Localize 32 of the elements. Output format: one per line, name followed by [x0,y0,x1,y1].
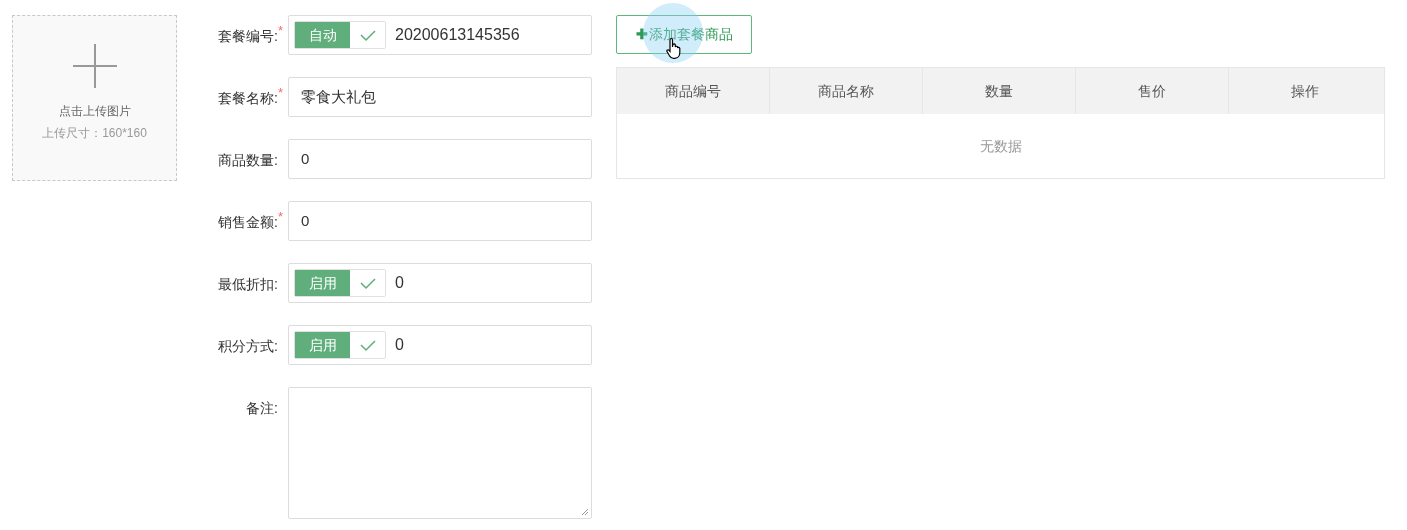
field-label: 套餐编号: [218,27,278,46]
toggle-label: 自动 [295,22,350,48]
input-field[interactable]: 启用 0 [288,263,592,303]
add-package-product-button[interactable]: ✚添加套餐商品 [616,15,752,54]
remarks-textarea[interactable] [288,387,592,519]
input-field[interactable]: 零食大礼包 [288,77,592,117]
toggle-label: 启用 [295,270,350,296]
upload-label: 点击上传图片 [58,103,131,120]
upload-area[interactable]: 点击上传图片 上传尺寸：160*160 [12,15,177,181]
empty-table-message: 无数据 [979,136,1022,156]
field-label: 套餐名称: [218,89,278,108]
column-header: 售价 [1138,81,1166,101]
column-header: 商品编号 [665,81,721,101]
column-header: 操作 [1291,81,1319,101]
column-header: 数量 [985,81,1013,101]
toggle-label: 启用 [295,332,350,358]
field-label: 最低折扣: [218,275,278,294]
input-field[interactable]: 自动 20200613145356 [288,15,592,55]
required-mark: * [278,210,285,223]
field-label: 备注: [246,399,278,418]
field-label: 积分方式: [218,337,278,356]
field-label: 商品数量: [218,151,278,170]
upload-size-hint: 上传尺寸：160*160 [42,125,147,142]
resize-handle-icon [581,508,589,516]
required-mark: * [278,24,285,37]
input-field[interactable]: 0 [288,201,592,241]
input-field[interactable]: 启用 0 [288,325,592,365]
field-label: 销售金额: [218,213,278,232]
input-field[interactable]: 0 [288,139,592,179]
plus-icon [72,44,117,88]
required-mark: * [278,86,285,99]
column-header: 商品名称 [818,81,874,101]
